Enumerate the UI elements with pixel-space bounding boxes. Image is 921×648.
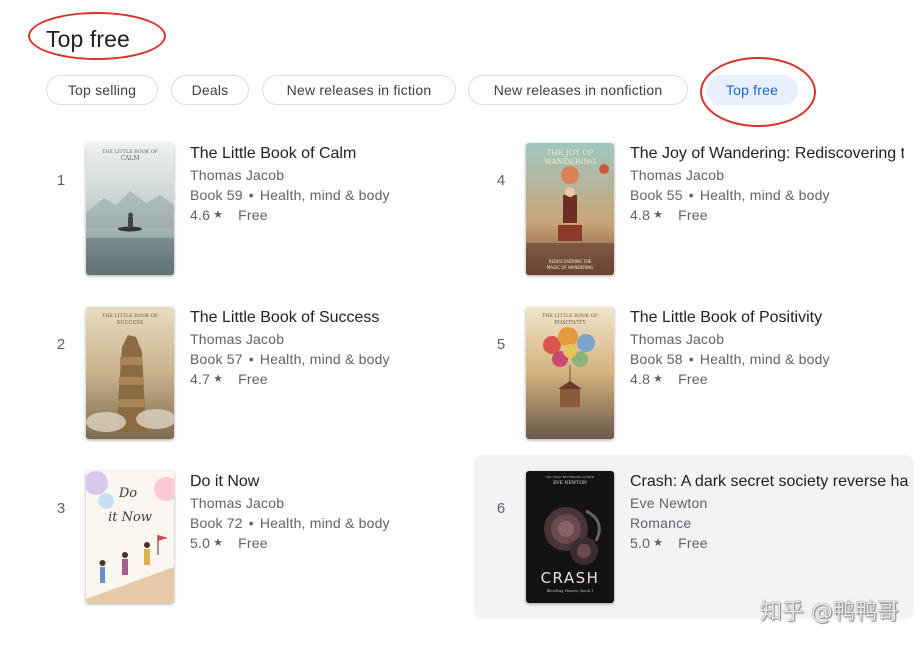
book-rating: 5.0 [630,535,651,551]
book-item[interactable]: 2 THE LITTLE BOOK OF SUCCESS The Little … [46,307,450,445]
svg-text:THE JOY OF: THE JOY OF [546,148,593,157]
book-series: Book 57 [190,351,243,367]
star-icon: ★ [653,537,664,549]
book-title[interactable]: The Joy of Wandering: Rediscovering t [630,143,904,165]
book-rating: 5.0 [190,535,211,551]
book-rating: 4.8 [630,371,651,387]
separator-dot: • [248,187,254,203]
book-genre: Health, mind & body [699,187,830,203]
watermark: 知乎 @鸭鸭哥 [760,600,899,625]
book-cover[interactable]: Do it Now [86,471,174,603]
book-price: Free [678,535,708,551]
book-cover[interactable]: USA TODAY BESTSELLING AUTHOR EVE NEWTON … [526,471,614,603]
svg-text:SUCCESS: SUCCESS [117,320,144,326]
book-price: Free [238,207,268,223]
book-title[interactable]: Crash: A dark secret society reverse ha [630,471,914,493]
book-price: Free [678,207,708,223]
book-author[interactable]: Thomas Jacob [190,329,450,349]
book-item[interactable]: 5 THE LITTLE BOOK OF POSITIVITY The Litt… [486,307,904,445]
book-title[interactable]: The Little Book of Positivity [630,307,904,329]
book-genre: Health, mind & body [699,351,830,367]
svg-text:USA TODAY BESTSELLING AUTHOR: USA TODAY BESTSELLING AUTHOR [546,475,595,479]
book-item[interactable]: 1 THE LITTLE BOOK OF CALM The Little Boo… [46,143,450,281]
svg-text:MAGIC OF WANDERING: MAGIC OF WANDERING [547,265,593,270]
svg-text:it Now: it Now [108,510,152,525]
chip-new-releases-nonfiction[interactable]: New releases in nonfiction [468,75,688,105]
book-title[interactable]: The Little Book of Success [190,307,450,329]
book-genre: Health, mind & body [259,515,390,531]
book-item[interactable]: 3 Do it Now Do it Now Thomas Jacob Book … [46,471,450,609]
book-author[interactable]: Thomas Jacob [190,493,450,513]
book-rating: 4.6 [190,207,211,223]
svg-text:REDISCOVERING THE: REDISCOVERING THE [549,259,592,264]
book-cover[interactable]: THE JOY OF WANDERING REDISCOVERING THE M… [526,143,614,275]
chip-top-selling[interactable]: Top selling [46,75,158,105]
svg-text:Do: Do [118,486,137,501]
star-icon: ★ [213,209,224,221]
book-cover[interactable]: THE LITTLE BOOK OF CALM [86,143,174,275]
separator-dot: • [248,515,254,531]
cover-author: EVE NEWTON [553,480,587,486]
svg-text:CALM: CALM [120,155,139,162]
book-cover[interactable]: THE LITTLE BOOK OF POSITIVITY [526,307,614,439]
rank-number: 1 [56,172,66,189]
cover-title: CRASH [541,569,600,587]
cover-subtitle: Bleeding Hearts, Book 1 [546,588,593,593]
book-price: Free [238,371,268,387]
svg-text:POSITIVITY: POSITIVITY [554,320,586,326]
book-series: Book 58 [630,351,683,367]
chip-new-releases-fiction[interactable]: New releases in fiction [262,75,456,105]
book-author[interactable]: Thomas Jacob [190,165,450,185]
page-title: Top free [46,26,130,52]
book-genre: Health, mind & body [259,187,390,203]
book-series: Book 72 [190,515,243,531]
book-author[interactable]: Thomas Jacob [630,165,904,185]
separator-dot: • [688,187,694,203]
svg-text:THE LITTLE BOOK OF: THE LITTLE BOOK OF [542,313,599,319]
book-price: Free [238,535,268,551]
rank-number: 5 [496,336,506,353]
star-icon: ★ [653,209,664,221]
book-series: Book 55 [630,187,683,203]
book-author[interactable]: Eve Newton [630,493,914,513]
star-icon: ★ [213,537,224,549]
star-icon: ★ [653,373,664,385]
book-genre: Health, mind & body [259,351,390,367]
separator-dot: • [688,351,694,367]
rank-number: 6 [496,500,506,517]
book-title[interactable]: Do it Now [190,471,450,493]
book-price: Free [678,371,708,387]
chip-top-free[interactable]: Top free [706,75,798,105]
book-rating: 4.7 [190,371,211,387]
rank-number: 2 [56,336,66,353]
book-cover[interactable]: THE LITTLE BOOK OF SUCCESS [86,307,174,439]
book-title[interactable]: The Little Book of Calm [190,143,450,165]
rank-number: 3 [56,500,66,517]
separator-dot: • [248,351,254,367]
svg-text:THE LITTLE BOOK OF: THE LITTLE BOOK OF [102,313,159,319]
book-genre: Romance [630,515,692,531]
book-item[interactable]: 4 THE JOY OF WANDERING REDISCOVERING THE… [486,143,904,281]
book-rating: 4.8 [630,207,651,223]
book-series: Book 59 [190,187,243,203]
book-author[interactable]: Thomas Jacob [630,329,904,349]
chip-deals[interactable]: Deals [171,75,249,105]
svg-text:WANDERING: WANDERING [544,157,596,166]
rank-number: 4 [496,172,506,189]
star-icon: ★ [213,373,224,385]
